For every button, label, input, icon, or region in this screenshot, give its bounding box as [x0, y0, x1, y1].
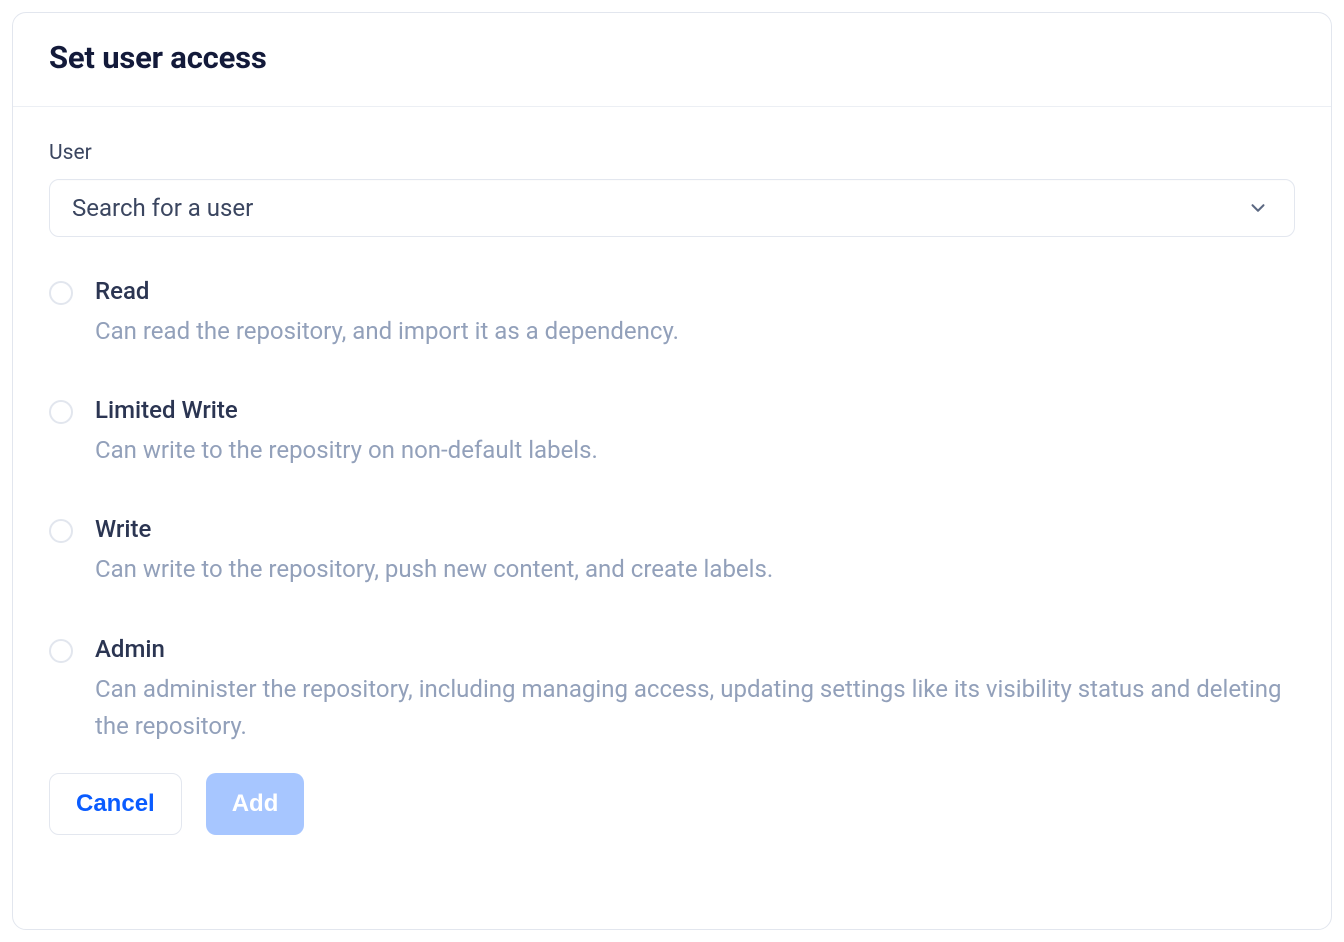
role-option-limited-write[interactable]: Limited Write Can write to the repositry… — [49, 396, 1295, 469]
role-title: Write — [95, 515, 1295, 543]
role-text: Write Can write to the repository, push … — [95, 515, 1295, 588]
modal-header: Set user access — [13, 13, 1331, 107]
role-option-write[interactable]: Write Can write to the repository, push … — [49, 515, 1295, 588]
user-select-placeholder: Search for a user — [72, 194, 253, 222]
role-description: Can write to the repository, push new co… — [95, 551, 1295, 588]
cancel-button[interactable]: Cancel — [49, 773, 182, 835]
radio-icon — [49, 519, 73, 543]
role-title: Limited Write — [95, 396, 1295, 424]
radio-icon — [49, 400, 73, 424]
role-text: Limited Write Can write to the repositry… — [95, 396, 1295, 469]
role-title: Read — [95, 277, 1295, 305]
role-radio-group: Read Can read the repository, and import… — [49, 277, 1295, 745]
role-description: Can administer the repository, including… — [95, 671, 1295, 745]
role-text: Read Can read the repository, and import… — [95, 277, 1295, 350]
radio-icon — [49, 639, 73, 663]
add-button[interactable]: Add — [206, 773, 305, 835]
set-user-access-modal: Set user access User Search for a user R… — [12, 12, 1332, 930]
user-select[interactable]: Search for a user — [49, 179, 1295, 237]
modal-body: User Search for a user Read Can read the… — [13, 107, 1331, 929]
role-title: Admin — [95, 635, 1295, 663]
user-field-label: User — [49, 141, 1295, 165]
button-row: Cancel Add — [49, 773, 1295, 835]
modal-title: Set user access — [49, 39, 1295, 76]
role-option-read[interactable]: Read Can read the repository, and import… — [49, 277, 1295, 350]
radio-icon — [49, 281, 73, 305]
chevron-down-icon — [1244, 194, 1272, 222]
role-description: Can read the repository, and import it a… — [95, 313, 1295, 350]
role-option-admin[interactable]: Admin Can administer the repository, inc… — [49, 635, 1295, 745]
role-text: Admin Can administer the repository, inc… — [95, 635, 1295, 745]
role-description: Can write to the repositry on non-defaul… — [95, 432, 1295, 469]
